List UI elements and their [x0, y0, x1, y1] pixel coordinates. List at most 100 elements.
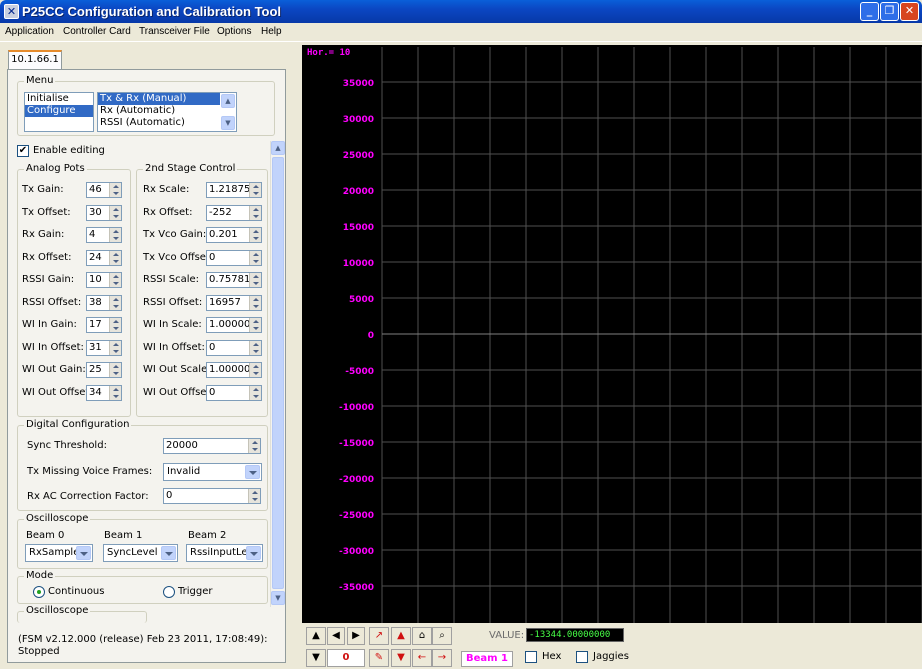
spinner-arrows-icon[interactable]	[109, 341, 121, 355]
right-arrow-icon[interactable]: →	[432, 649, 452, 667]
chevron-down-icon[interactable]	[246, 546, 261, 560]
chevron-down-icon[interactable]	[161, 546, 176, 560]
menu-help[interactable]: Help	[261, 26, 282, 37]
tab-device[interactable]: 10.1.66.1	[8, 50, 62, 69]
list-item[interactable]: RSSI (Automatic)	[98, 117, 236, 129]
chevron-down-icon[interactable]	[245, 465, 260, 479]
wi-in-offset-2-spinner[interactable]: 0	[206, 340, 262, 356]
rssi-offset-spinner[interactable]: 38	[86, 295, 122, 311]
beam1-select[interactable]: SyncLevel	[103, 544, 178, 562]
beam2-select[interactable]: RssiInputLev	[186, 544, 263, 562]
spinner-arrows-icon[interactable]	[109, 183, 121, 197]
trigger-radio[interactable]	[163, 586, 175, 598]
continuous-radio[interactable]	[33, 586, 45, 598]
scroll-up-icon[interactable]: ▲	[221, 94, 235, 108]
wi-in-offset-spinner[interactable]: 31	[86, 340, 122, 356]
spinner-arrows-icon[interactable]	[249, 273, 261, 287]
minimize-button[interactable]: _	[860, 2, 879, 21]
rx-gain-spinner[interactable]: 4	[86, 227, 122, 243]
chevron-down-icon[interactable]	[76, 546, 91, 560]
rx-offset-spinner[interactable]: 24	[86, 250, 122, 266]
tx-vco-gain-spinner[interactable]: 0.201	[206, 227, 262, 243]
wi-out-gain-spinner[interactable]: 25	[86, 362, 122, 378]
wi-out-scale-spinner[interactable]: 1.00000	[206, 362, 262, 378]
down-arrow-icon[interactable]: ▼	[306, 649, 326, 667]
spinner-arrows-icon[interactable]	[249, 341, 261, 355]
rssi-scale-row: RSSI Scale: 0.75781	[143, 272, 267, 288]
spinner-arrows-icon[interactable]	[248, 439, 260, 453]
spinner-arrows-icon[interactable]	[249, 296, 261, 310]
rx-scale-spinner[interactable]: 1.21875	[206, 182, 262, 198]
rssi-offset-2-spinner[interactable]: 16957	[206, 295, 262, 311]
wi-in-scale-spinner[interactable]: 1.00000	[206, 317, 262, 333]
right-step-icon[interactable]: ▶	[347, 627, 365, 645]
menu-list-right[interactable]: Tx & Rx (Manual) Rx (Automatic) RSSI (Au…	[97, 92, 237, 132]
wi-out-offset-2-spinner[interactable]: 0	[206, 385, 262, 401]
menu-options[interactable]: Options	[217, 26, 251, 37]
menu-application[interactable]: Application	[5, 26, 54, 37]
expand-vertical-icon[interactable]: ▲	[391, 627, 411, 645]
oscilloscope-display[interactable]: 35000 30000 25000 20000 15000 10000 5000 0 -5000…	[302, 45, 922, 623]
spinner-arrows-icon[interactable]	[109, 296, 121, 310]
list-item[interactable]: Tx & Rx (Manual)	[98, 93, 220, 105]
maximize-button[interactable]: ❐	[880, 2, 899, 21]
rssi-gain-spinner[interactable]: 10	[86, 272, 122, 288]
field-label: WI Out Offset:	[22, 387, 93, 398]
shrink-vertical-icon[interactable]: ▼	[391, 649, 411, 667]
spinner-arrows-icon[interactable]	[109, 206, 121, 220]
list-item[interactable]: Configure	[25, 105, 93, 117]
zoom-out-arrows-icon[interactable]: ↗	[369, 627, 389, 645]
up-arrow-icon[interactable]: ▲	[306, 627, 326, 645]
left-panel: 10.1.66.1 Menu Initialise Configure Tx &…	[0, 42, 302, 669]
open-file-icon[interactable]: ⌂	[412, 627, 432, 645]
beam-selector[interactable]: Beam 1	[461, 651, 513, 667]
spinner-arrows-icon[interactable]	[109, 228, 121, 242]
spinner-arrows-icon[interactable]	[249, 183, 261, 197]
spinner-arrows-icon[interactable]	[249, 228, 261, 242]
pen-icon[interactable]: ✎	[369, 649, 389, 667]
magnifier-icon[interactable]: ⌕	[432, 627, 452, 645]
hex-checkbox[interactable]	[525, 651, 537, 663]
spinner-arrows-icon[interactable]	[249, 363, 261, 377]
left-arrow-icon[interactable]: ←	[412, 649, 432, 667]
spinner-arrows-icon[interactable]	[249, 386, 261, 400]
spinner-arrows-icon[interactable]	[248, 489, 260, 503]
tx-missing-select[interactable]: Invalid	[163, 463, 262, 481]
menu-transceiver-file[interactable]: Transceiver File	[139, 26, 210, 37]
tx-gain-spinner[interactable]: 46	[86, 182, 122, 198]
beam0-select[interactable]: RxSamples	[25, 544, 93, 562]
spinner-arrows-icon[interactable]	[109, 273, 121, 287]
list-item[interactable]: Rx (Automatic)	[98, 105, 236, 117]
config-scrollbar[interactable]: ▲ ▼	[270, 141, 285, 607]
left-step-icon[interactable]: ◀	[327, 627, 345, 645]
scroll-down-icon[interactable]: ▼	[221, 116, 235, 130]
tx-vco-offset-spinner[interactable]: 0	[206, 250, 262, 266]
close-button[interactable]: ✕	[900, 2, 919, 21]
menu-list-left[interactable]: Initialise Configure	[24, 92, 94, 132]
spinner-arrows-icon[interactable]	[249, 251, 261, 265]
enable-editing-checkbox[interactable]: ✔	[17, 145, 29, 157]
spinner-arrows-icon[interactable]	[109, 386, 121, 400]
spinner-arrows-icon[interactable]	[109, 363, 121, 377]
spinner-arrows-icon[interactable]	[109, 251, 121, 265]
rx-offset-2-spinner[interactable]: -252	[206, 205, 262, 221]
rx-ac-spinner[interactable]: 0	[163, 488, 261, 504]
scroll-up-icon[interactable]: ▲	[271, 141, 285, 155]
jaggies-checkbox[interactable]	[576, 651, 588, 663]
spinner-arrows-icon[interactable]	[249, 318, 261, 332]
rx-gain-row: Rx Gain: 4	[22, 227, 128, 243]
spinner-arrows-icon[interactable]	[249, 206, 261, 220]
rssi-scale-spinner[interactable]: 0.75781	[206, 272, 262, 288]
scroll-down-icon[interactable]: ▼	[271, 591, 285, 605]
wi-in-gain-spinner[interactable]: 17	[86, 317, 122, 333]
scrollbar-thumb[interactable]	[272, 157, 284, 589]
list-item[interactable]: Initialise	[25, 93, 93, 105]
wi-out-offset-spinner[interactable]: 34	[86, 385, 122, 401]
menu-controller-card[interactable]: Controller Card	[63, 26, 131, 37]
spinner-arrows-icon[interactable]	[109, 318, 121, 332]
tab-page: Menu Initialise Configure Tx & Rx (Manua…	[7, 69, 286, 663]
sync-threshold-spinner[interactable]: 20000	[163, 438, 261, 454]
title-bar[interactable]: ✕ P25CC Configuration and Calibration To…	[0, 0, 922, 23]
field-value: 0.75781	[209, 274, 251, 285]
tx-offset-spinner[interactable]: 30	[86, 205, 122, 221]
